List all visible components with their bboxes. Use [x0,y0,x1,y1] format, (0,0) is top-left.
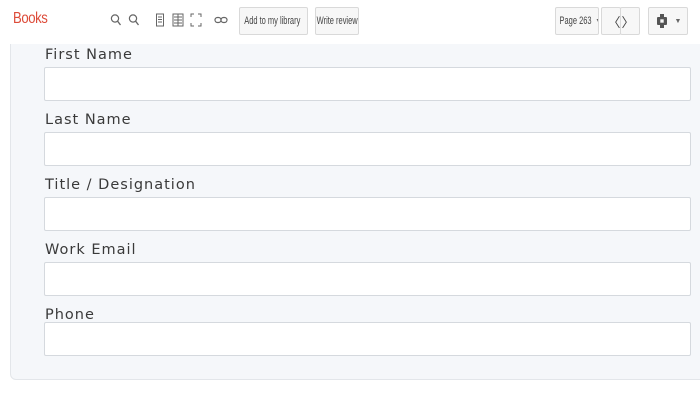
title-designation-field[interactable] [44,197,691,231]
last-name-label: Last Name [45,112,132,128]
phone-label: Phone [45,307,95,323]
work-email-field[interactable] [44,262,691,296]
zoom-out-icon[interactable] [108,9,124,31]
prev-page-button[interactable]: 〈 [601,7,621,35]
two-page-icon[interactable] [170,9,186,31]
title-designation-label: Title / Designation [45,177,196,193]
first-name-label: First Name [45,47,133,63]
link-icon[interactable] [213,9,229,31]
books-toolbar: Books Add to my library ▼ Write review P… [0,0,700,44]
chevron-left-icon: 〈 [607,14,621,30]
write-review-button[interactable]: Write review [315,7,359,35]
write-review-label: Write review [316,15,358,27]
single-page-icon[interactable] [152,9,168,31]
books-logo[interactable]: Books [13,10,48,28]
settings-gear-icon [655,13,669,29]
add-to-library-label: Add to my library [243,15,301,27]
last-name-field[interactable] [44,132,691,166]
caret-down-icon: ▼ [674,17,682,25]
add-to-library-button[interactable]: Add to my library ▼ [239,7,308,35]
first-name-field[interactable] [44,67,691,101]
settings-menu-button[interactable]: ▼ [648,7,688,35]
work-email-label: Work Email [45,242,137,258]
phone-field[interactable] [44,322,691,356]
page-label: Page 263 [559,15,592,27]
next-page-button[interactable]: 〉 [620,7,640,35]
fullscreen-icon[interactable] [188,9,204,31]
caret-down-icon: ▼ [595,18,598,25]
page-select[interactable]: Page 263 ▼ [555,7,599,35]
zoom-in-icon[interactable] [126,9,142,31]
chevron-right-icon: 〉 [621,14,635,30]
